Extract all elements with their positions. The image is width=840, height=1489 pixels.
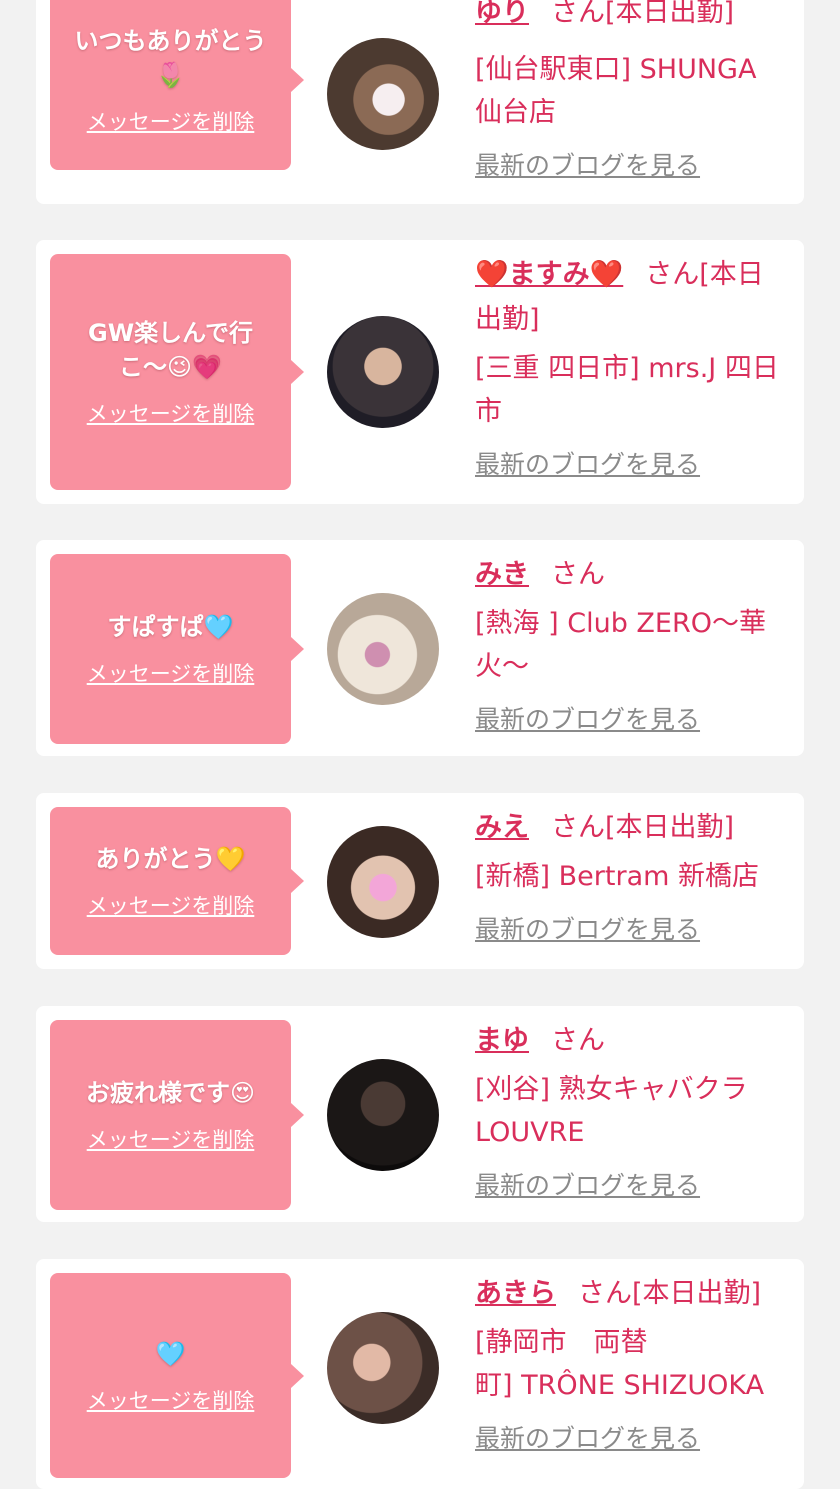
name-line: まゆ さん <box>475 1018 790 1064</box>
avatar[interactable] <box>327 826 439 938</box>
latest-blog-link[interactable]: 最新のブログを見る <box>475 910 700 946</box>
message-bubble: お疲れ様です😍 メッセージを削除 <box>50 1020 304 1210</box>
san-suffix: さん <box>551 812 605 843</box>
cast-name-link[interactable]: あきら <box>475 1278 556 1309</box>
san-suffix: さん <box>551 0 605 28</box>
shop-name: [仙台駅東口] SHUNGA <box>475 54 757 85</box>
message-card: お疲れ様です😍 メッセージを削除 まゆ さん [刈谷] 熟女キャバクラ LOUVR… <box>36 1006 804 1222</box>
message-text: GW楽しんで行 <box>88 319 253 347</box>
message-text: ありがとう💛 <box>95 845 246 873</box>
avatar[interactable] <box>327 1312 439 1424</box>
avatar[interactable] <box>327 316 439 428</box>
attendance-status: [本日出勤] <box>605 812 735 843</box>
san-suffix: さん <box>551 1025 605 1056</box>
message-emoji: 🌷 <box>155 61 186 89</box>
message-card: すぱすぱ🩵 メッセージを削除 みき さん [熱海 ] Club ZERO～華 火～… <box>36 540 804 756</box>
shop-name: [静岡市 両替 <box>475 1327 648 1358</box>
shop-name-cont: 火～ <box>475 651 529 682</box>
name-line: ❤️ますみ❤️ さん[本日 <box>475 252 790 298</box>
cast-name-link[interactable]: みえ <box>475 812 529 843</box>
cast-name-link[interactable]: まゆ <box>475 1025 529 1056</box>
latest-blog-link[interactable]: 最新のブログを見る <box>475 445 700 481</box>
attendance-status-cont: 出勤] <box>475 304 540 335</box>
delete-message-link[interactable]: メッセージを削除 <box>87 1124 255 1154</box>
attendance-status: [本日出勤] <box>632 1278 762 1309</box>
cast-name-link[interactable]: ❤️ますみ❤️ <box>475 259 623 290</box>
latest-blog-link[interactable]: 最新のブログを見る <box>475 146 700 182</box>
cast-info: ゆり さん[本日出勤] [仙台駅東口] SHUNGA 仙台店 最新のブログを見る <box>475 0 790 182</box>
san-suffix: さん <box>551 559 605 590</box>
cast-info: まゆ さん [刈谷] 熟女キャバクラ LOUVRE 最新のブログを見る <box>475 1006 790 1202</box>
avatar[interactable] <box>327 38 439 150</box>
shop-name: [刈谷] 熟女キャバクラ <box>475 1074 748 1105</box>
name-line: みえ さん[本日出勤] <box>475 805 790 851</box>
message-bubble: GW楽しんで行 こ～😉💗 メッセージを削除 <box>50 254 304 490</box>
attendance-status: [本日 <box>699 259 764 290</box>
shop-name: [新橋] Bertram 新橋店 <box>475 861 760 892</box>
shop-name-cont: 町] TRÔNE SHIZUOKA <box>475 1370 765 1401</box>
name-line: みき さん <box>475 552 790 598</box>
shop-name: [三重 四日市] mrs.J 四日 <box>475 353 779 384</box>
name-line: あきら さん[本日出勤] <box>475 1271 790 1317</box>
attendance-status: [本日出勤] <box>605 0 735 28</box>
message-card: いつもありがとう 🌷 メッセージを削除 ゆり さん[本日出勤] [仙台駅東口] S… <box>36 0 804 204</box>
latest-blog-link[interactable]: 最新のブログを見る <box>475 700 700 736</box>
delete-message-link[interactable]: メッセージを削除 <box>87 398 255 428</box>
avatar[interactable] <box>327 1059 439 1171</box>
message-bubble: すぱすぱ🩵 メッセージを削除 <box>50 554 304 744</box>
delete-message-link[interactable]: メッセージを削除 <box>87 106 255 136</box>
message-bubble: 🩵 メッセージを削除 <box>50 1273 304 1478</box>
latest-blog-link[interactable]: 最新のブログを見る <box>475 1166 700 1202</box>
cast-name-link[interactable]: みき <box>475 559 529 590</box>
message-text: お疲れ様です😍 <box>85 1079 256 1107</box>
message-card: 🩵 メッセージを削除 あきら さん[本日出勤] [静岡市 両替 町] TRÔNE … <box>36 1259 804 1489</box>
delete-message-link[interactable]: メッセージを削除 <box>87 658 255 688</box>
name-line: ゆり さん[本日出勤] <box>475 0 790 36</box>
cast-name-link[interactable]: ゆり <box>475 0 529 28</box>
avatar[interactable] <box>327 593 439 705</box>
message-card: ありがとう💛 メッセージを削除 みえ さん[本日出勤] [新橋] Bertram … <box>36 793 804 969</box>
cast-info: あきら さん[本日出勤] [静岡市 両替 町] TRÔNE SHIZUOKA 最新… <box>475 1259 790 1455</box>
message-text: いつもありがとう <box>74 27 267 55</box>
message-card: GW楽しんで行 こ～😉💗 メッセージを削除 ❤️ますみ❤️ さん[本日 出勤] [… <box>36 240 804 504</box>
shop-name-cont: 仙台店 <box>475 97 556 128</box>
message-text: 🩵 <box>155 1339 186 1368</box>
san-suffix: さん <box>645 259 700 290</box>
shop-name: [熱海 ] Club ZERO～華 <box>475 608 766 639</box>
message-bubble: いつもありがとう 🌷 メッセージを削除 <box>50 0 304 170</box>
cast-info: みえ さん[本日出勤] [新橋] Bertram 新橋店 最新のブログを見る <box>475 793 790 946</box>
message-text: すぱすぱ🩵 <box>107 613 234 641</box>
san-suffix: さん <box>578 1278 632 1309</box>
message-bubble: ありがとう💛 メッセージを削除 <box>50 807 304 955</box>
delete-message-link[interactable]: メッセージを削除 <box>87 1385 255 1415</box>
cast-info: ❤️ますみ❤️ さん[本日 出勤] [三重 四日市] mrs.J 四日 市 最新の… <box>475 240 790 481</box>
shop-name-cont: LOUVRE <box>475 1117 585 1148</box>
shop-name-cont: 市 <box>475 396 502 427</box>
cast-info: みき さん [熱海 ] Club ZERO～華 火～ 最新のブログを見る <box>475 540 790 736</box>
message-text-cont: こ～😉💗 <box>119 353 222 381</box>
delete-message-link[interactable]: メッセージを削除 <box>87 890 255 920</box>
latest-blog-link[interactable]: 最新のブログを見る <box>475 1419 700 1455</box>
